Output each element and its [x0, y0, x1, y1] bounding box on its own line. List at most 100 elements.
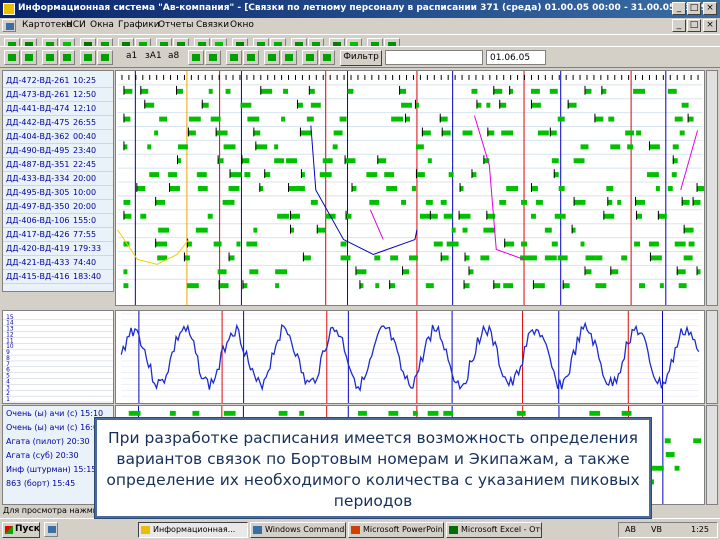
flight-bar: [236, 241, 241, 247]
row-time: 10:00: [73, 188, 97, 197]
list-item[interactable]: ДД-495-ВД-305 10:00: [3, 187, 113, 200]
flight-bar: [249, 269, 259, 275]
flight-tick: [217, 155, 219, 165]
menu-item-cards[interactable]: Картотека: [22, 20, 72, 30]
window-titlebar[interactable]: Информационная система "Ав-компания" - […: [0, 0, 720, 18]
last-icon[interactable]: [59, 50, 75, 65]
link-line: [310, 125, 418, 255]
date-input[interactable]: 01.06.05: [486, 50, 546, 65]
crew-row[interactable]: Очень (ы) ачи (с) 16:00: [6, 423, 103, 432]
list-item[interactable]: ДД-472-ВД-261 10:25: [3, 75, 113, 88]
menu-item-window[interactable]: Окно: [230, 20, 254, 30]
doc-icon[interactable]: [2, 19, 16, 32]
flight-bar: [441, 130, 451, 136]
crew-row[interactable]: Очень (ы) ачи (с) 15:10: [6, 409, 103, 418]
time-tick: [537, 74, 539, 80]
time-tick: [288, 74, 290, 80]
row-code: ДД-442-ВД-475: [6, 118, 70, 127]
flight-bar: [648, 241, 659, 247]
maximize-button[interactable]: □: [687, 2, 701, 15]
minimize-button[interactable]: _: [672, 2, 686, 15]
list-item[interactable]: ДД-497-ВД-350 20:00: [3, 201, 113, 214]
flight-tick: [316, 224, 318, 234]
load-scrollbar[interactable]: [706, 310, 718, 404]
gantt-chart[interactable]: [115, 70, 705, 306]
flight-tick: [493, 85, 495, 95]
list-item[interactable]: ДД-417-ВД-426 77:55: [3, 229, 113, 242]
inner-close-button[interactable]: ×: [703, 19, 717, 32]
filter-input[interactable]: [385, 50, 483, 65]
list-item[interactable]: ДД-490-ВД-495 23:40: [3, 145, 113, 158]
excel-icon: [449, 526, 458, 534]
list-item[interactable]: ДД-406-ВД-106 155:0: [3, 215, 113, 228]
crew-row[interactable]: Агата (суб) 20:30: [6, 451, 79, 460]
menu-item-nsi[interactable]: НСИ: [66, 20, 86, 30]
list-item[interactable]: ДД-473-ВД-261 12:50: [3, 89, 113, 102]
rows-icon[interactable]: [80, 50, 96, 65]
inner-minimize-button[interactable]: _: [672, 19, 686, 32]
task-windows-commander[interactable]: Windows Commander...: [250, 522, 346, 538]
tray-lang-1[interactable]: AB: [625, 525, 636, 534]
align-icon[interactable]: [226, 50, 242, 65]
bars-icon[interactable]: [205, 50, 221, 65]
table-icon[interactable]: [188, 50, 204, 65]
time-tick: [170, 74, 172, 80]
task-powerpoint[interactable]: Microsoft PowerPoint...: [348, 522, 444, 538]
list-item[interactable]: ДД-420-ВД-419 179:33: [3, 243, 113, 256]
list-item[interactable]: ДД-421-ВД-433 74:40: [3, 257, 113, 270]
list-item[interactable]: ДД-404-ВД-362 00:40: [3, 131, 113, 144]
link-line: [117, 229, 190, 265]
first-icon[interactable]: [4, 50, 20, 65]
menu-item-windows[interactable]: Окна: [90, 20, 114, 30]
mode-a8[interactable]: а8: [168, 51, 179, 61]
menu-item-links[interactable]: Связки: [196, 20, 229, 30]
task-excel[interactable]: Microsoft Excel - Отче...: [446, 522, 542, 538]
crew-scrollbar[interactable]: [706, 405, 718, 505]
task-info-system[interactable]: Информационная...: [138, 522, 248, 538]
list-item[interactable]: ДД-487-ВД-351 22:45: [3, 159, 113, 172]
flight-bar: [625, 130, 635, 136]
flight-bar: [332, 144, 338, 150]
crew-bar: [192, 410, 200, 416]
time-tick: [593, 74, 595, 80]
crew-row[interactable]: Инф (штурман) 15:15: [6, 465, 96, 474]
flight-bar: [446, 241, 459, 247]
note-icon[interactable]: [281, 50, 297, 65]
lock-icon[interactable]: [319, 50, 335, 65]
crew-row[interactable]: Агата (пилот) 20:30: [6, 437, 90, 446]
cols-icon[interactable]: [97, 50, 113, 65]
mode-za1[interactable]: зА1: [145, 51, 162, 61]
filter-button[interactable]: Фильтр: [340, 50, 382, 66]
time-tick: [406, 74, 408, 80]
list-item[interactable]: ДД-415-ВД-416 183:40: [3, 271, 113, 284]
flight-tick: [359, 280, 361, 290]
close-button[interactable]: ×: [703, 2, 717, 15]
menu-item-charts[interactable]: Графики: [118, 20, 160, 30]
flight-bar: [529, 255, 537, 261]
start-button[interactable]: Пуск: [2, 522, 40, 538]
group-icon[interactable]: [243, 50, 259, 65]
list-item[interactable]: ДД-433-ВД-334 20:00: [3, 173, 113, 186]
time-tick: [440, 74, 442, 80]
flight-tick: [255, 141, 257, 151]
menu-item-reports[interactable]: Отчеты: [158, 20, 194, 30]
tag-icon[interactable]: [264, 50, 280, 65]
flight-bar: [421, 130, 431, 136]
flight-bar: [610, 269, 619, 275]
tray-lang-2[interactable]: VB: [651, 525, 662, 534]
gantt-scrollbar[interactable]: [706, 70, 718, 306]
quicklaunch-icon[interactable]: [44, 522, 58, 537]
crew-row[interactable]: 863 (борт) 15:45: [6, 479, 75, 488]
app-task-icon: [141, 526, 150, 534]
flight-bar: [672, 144, 679, 150]
prev-icon[interactable]: [21, 50, 37, 65]
row-code: ДД-415-ВД-416: [6, 272, 70, 281]
inner-restore-button[interactable]: □: [687, 19, 701, 32]
list-item[interactable]: ДД-441-ВД-474 12:10: [3, 103, 113, 116]
list-item[interactable]: ДД-442-ВД-475 26:55: [3, 117, 113, 130]
mark-icon[interactable]: [302, 50, 318, 65]
flight-tick: [344, 155, 346, 165]
mode-a1[interactable]: а1: [126, 51, 137, 61]
crew-bar: [664, 438, 671, 444]
next-icon[interactable]: [42, 50, 58, 65]
